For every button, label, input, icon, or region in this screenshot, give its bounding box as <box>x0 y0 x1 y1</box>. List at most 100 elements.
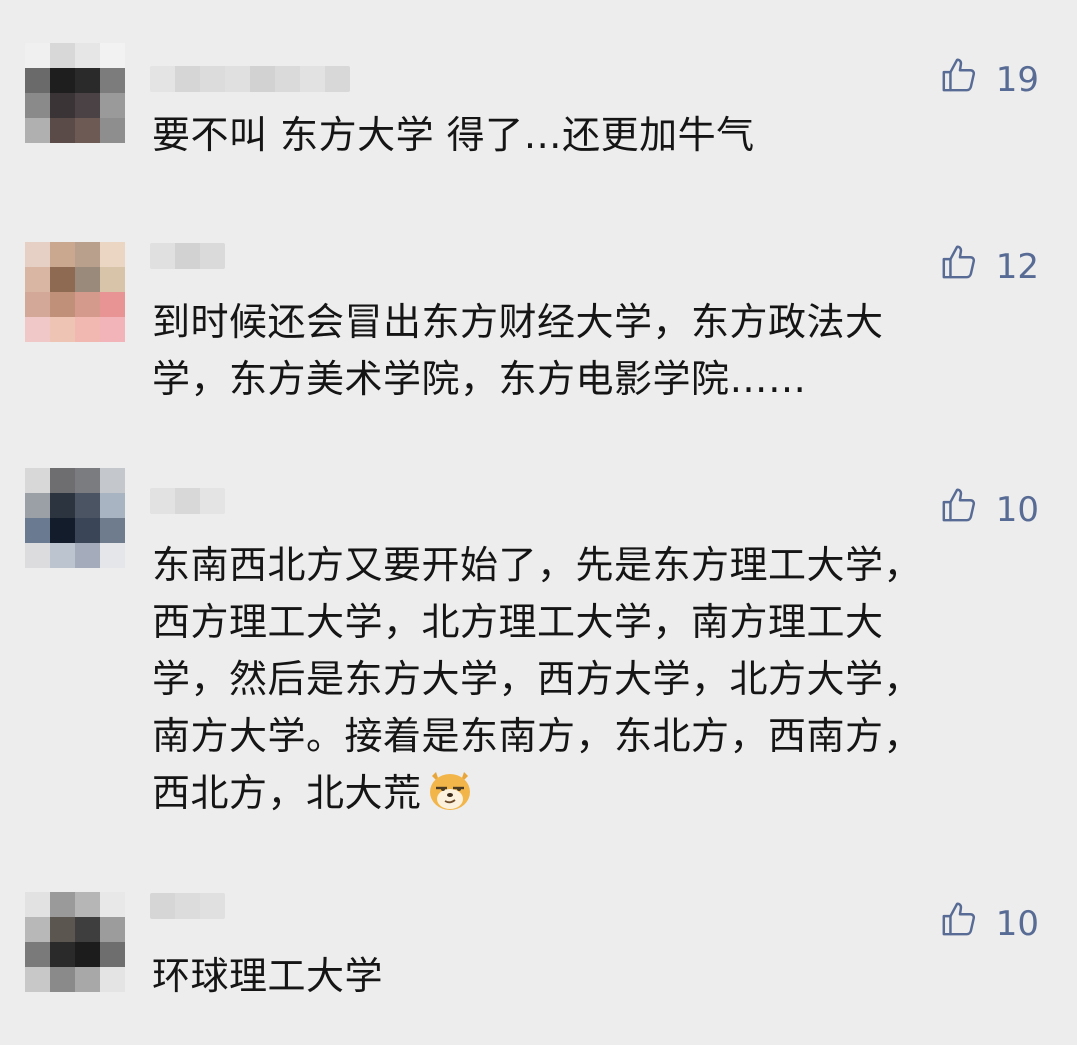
thumbs-up-icon <box>940 56 978 103</box>
username-tile <box>150 893 175 919</box>
avatar-tile <box>100 942 125 967</box>
avatar-tile <box>50 493 75 518</box>
avatar-tile <box>100 292 125 317</box>
avatar-tile <box>25 118 50 143</box>
avatar-tile <box>100 917 125 942</box>
avatar-tile <box>50 93 75 118</box>
avatar-tile <box>100 317 125 342</box>
comment-text: 环球理工大学 <box>152 948 1002 1005</box>
avatar[interactable] <box>25 43 125 143</box>
avatar-tile <box>75 93 100 118</box>
username-tile <box>175 488 200 514</box>
avatar-tile <box>75 493 100 518</box>
avatar-tile <box>100 267 125 292</box>
comment-line-text: 西北方，北大荒 <box>152 771 422 815</box>
avatar-tile <box>25 242 50 267</box>
avatar-tile <box>50 518 75 543</box>
like-button[interactable]: 10 <box>940 486 1039 533</box>
avatar-tile <box>50 68 75 93</box>
avatar-tile <box>75 118 100 143</box>
comment-line: 环球理工大学 <box>152 954 384 998</box>
avatar-tile <box>50 267 75 292</box>
avatar-tile <box>100 93 125 118</box>
comment-line: 学，东方美术学院，东方电影学院…… <box>152 357 807 401</box>
username-tile <box>175 893 200 919</box>
username-blurred[interactable] <box>150 243 225 269</box>
username-tile <box>150 488 175 514</box>
avatar-tile <box>75 543 100 568</box>
avatar-tile <box>25 68 50 93</box>
comment-line-last: 西北方，北大荒 <box>152 765 1002 822</box>
avatar-tile <box>75 967 100 992</box>
username-tile <box>325 66 350 92</box>
comment-line: 西方理工大学，北方理工大学，南方理工大 <box>152 600 884 644</box>
avatar-tile <box>50 468 75 493</box>
avatar-tile <box>100 543 125 568</box>
avatar-tile <box>25 43 50 68</box>
avatar-tile <box>100 242 125 267</box>
username-tile <box>200 66 225 92</box>
avatar-tile <box>50 317 75 342</box>
comment-line: 学，然后是东方大学，西方大学，北方大学， <box>152 657 923 701</box>
comment-text: 东南西北方又要开始了，先是东方理工大学， 西方理工大学，北方理工大学，南方理工大… <box>152 537 1002 822</box>
avatar-tile <box>75 892 100 917</box>
avatar-tile <box>100 468 125 493</box>
avatar-tile <box>25 917 50 942</box>
thumbs-up-icon <box>940 900 978 947</box>
avatar-tile <box>50 942 75 967</box>
thumbs-up-icon <box>940 243 978 290</box>
avatar-tile <box>75 68 100 93</box>
avatar-tile <box>75 242 100 267</box>
avatar-tile <box>25 967 50 992</box>
avatar-tile <box>75 43 100 68</box>
avatar-tile <box>75 267 100 292</box>
username-blurred[interactable] <box>150 66 350 92</box>
avatar-tile <box>75 917 100 942</box>
avatar-tile <box>50 242 75 267</box>
comment-text: 要不叫 东方大学 得了…还更加牛气 <box>152 107 1002 164</box>
username-tile <box>175 243 200 269</box>
avatar-tile <box>25 518 50 543</box>
avatar-tile <box>100 43 125 68</box>
avatar[interactable] <box>25 468 125 568</box>
username-tile <box>150 66 175 92</box>
username-tile <box>200 488 225 514</box>
avatar-tile <box>25 942 50 967</box>
like-button[interactable]: 19 <box>940 56 1039 103</box>
avatar-tile <box>25 493 50 518</box>
like-count: 10 <box>995 903 1039 944</box>
avatar[interactable] <box>25 242 125 342</box>
comment-line: 东南西北方又要开始了，先是东方理工大学， <box>152 543 923 587</box>
username-tile <box>250 66 275 92</box>
username-tile <box>300 66 325 92</box>
username-tile <box>175 66 200 92</box>
avatar-tile <box>75 292 100 317</box>
username-tile <box>225 66 250 92</box>
comment-text: 到时候还会冒出东方财经大学，东方政法大 学，东方美术学院，东方电影学院…… <box>152 294 1002 408</box>
avatar-tile <box>75 317 100 342</box>
like-count: 10 <box>995 489 1039 530</box>
avatar[interactable] <box>25 892 125 992</box>
avatar-tile <box>100 493 125 518</box>
like-count: 19 <box>995 59 1039 100</box>
avatar-tile <box>50 967 75 992</box>
comment-line: 要不叫 东方大学 得了…还更加牛气 <box>152 113 755 157</box>
avatar-tile <box>50 43 75 68</box>
like-button[interactable]: 12 <box>940 243 1039 290</box>
avatar-tile <box>50 543 75 568</box>
username-tile <box>200 893 225 919</box>
avatar-tile <box>25 93 50 118</box>
like-button[interactable]: 10 <box>940 900 1039 947</box>
avatar-tile <box>100 118 125 143</box>
username-blurred[interactable] <box>150 488 225 514</box>
avatar-tile <box>50 292 75 317</box>
avatar-tile <box>100 68 125 93</box>
like-count: 12 <box>995 246 1039 287</box>
avatar-tile <box>75 942 100 967</box>
avatar-tile <box>50 917 75 942</box>
avatar-tile <box>25 317 50 342</box>
avatar-tile <box>25 892 50 917</box>
avatar-tile <box>25 543 50 568</box>
avatar-tile <box>100 518 125 543</box>
username-blurred[interactable] <box>150 893 225 919</box>
